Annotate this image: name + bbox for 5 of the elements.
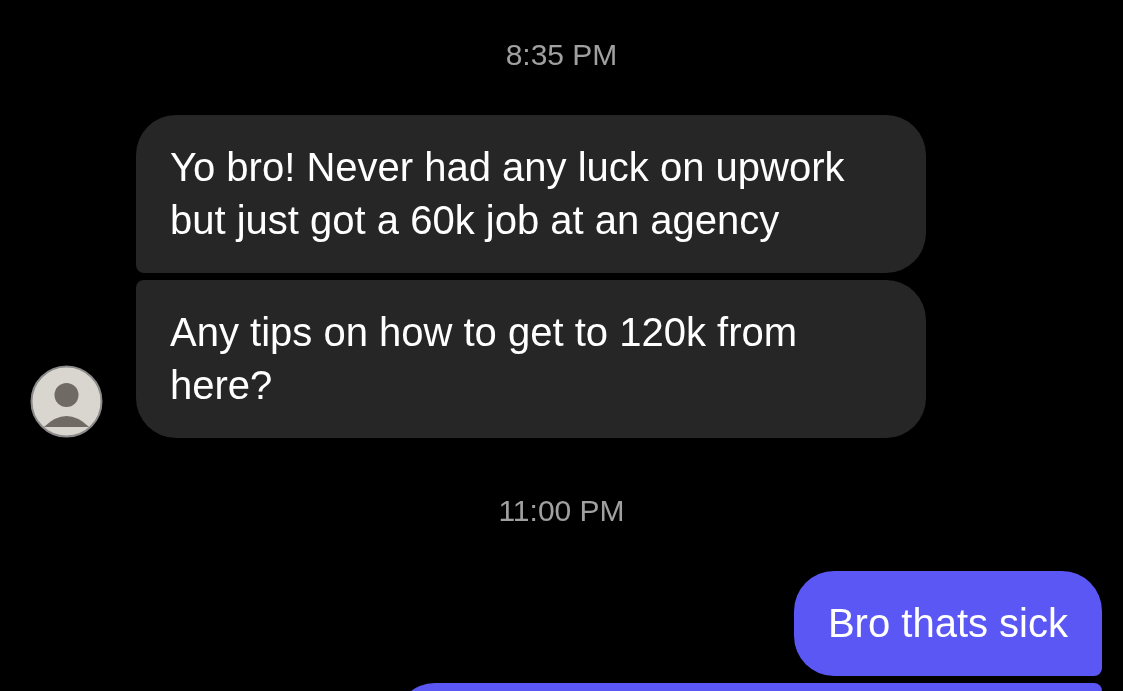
message-bubble: Bro thats sick	[793, 571, 1102, 676]
message-bubble: Yo bro! Never had any luck on upwork but just got a 60k job at an agency	[136, 115, 926, 273]
timestamp: 11:00 PM	[498, 493, 625, 529]
timestamp: 8:35 PM	[505, 37, 618, 73]
message-bubble: Any tips on how to get to 120k from here?	[136, 280, 926, 438]
